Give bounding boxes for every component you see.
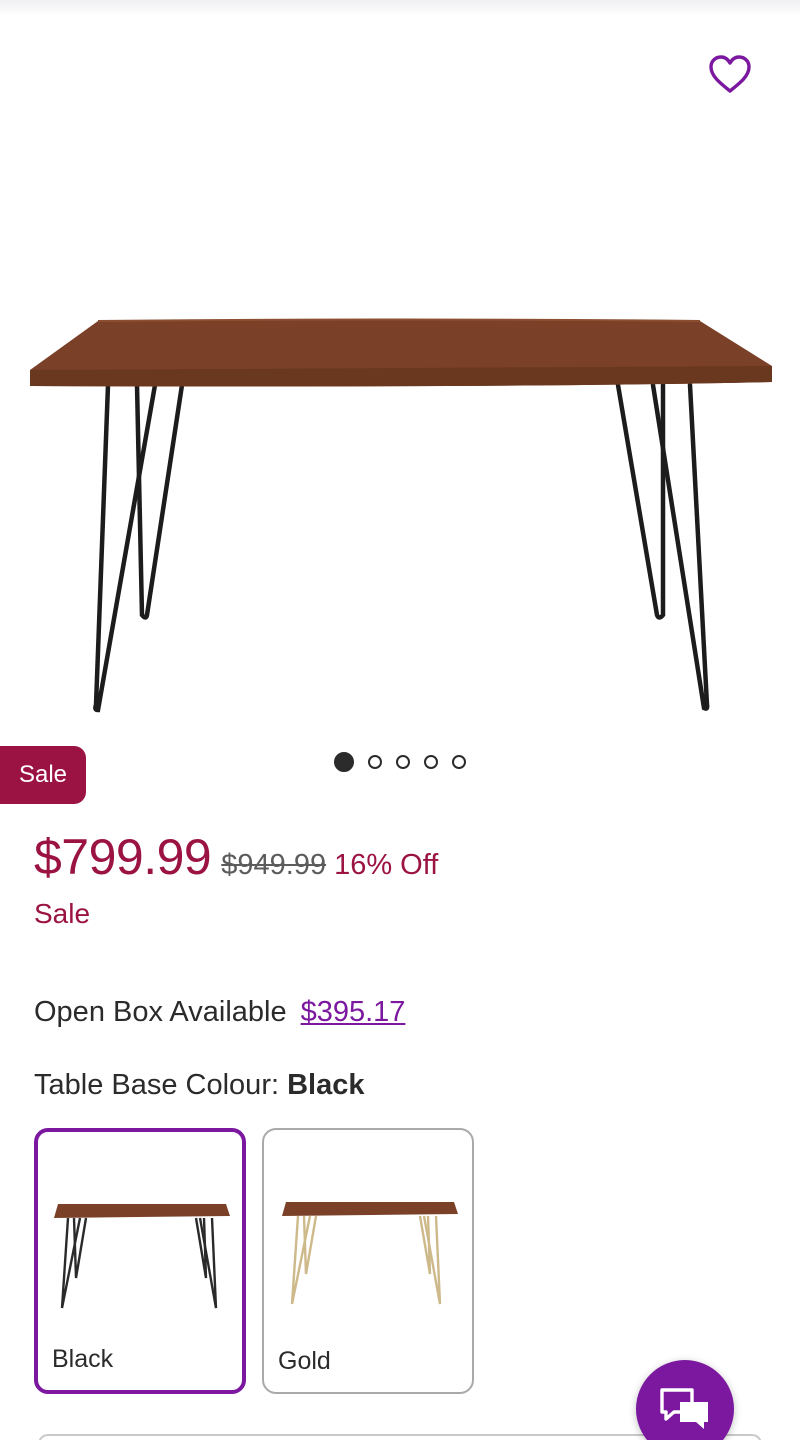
discount-label: 16% Off — [334, 849, 439, 881]
image-pagination — [0, 751, 800, 773]
current-price: $799.99 — [34, 829, 212, 885]
swatch-image-black — [54, 1204, 230, 1309]
pagination-dot[interactable] — [424, 755, 438, 769]
top-shadow — [0, 0, 800, 16]
open-box-price-link[interactable]: $395.17 — [301, 996, 406, 1028]
heart-outline-icon — [709, 55, 751, 93]
favorite-button[interactable] — [702, 48, 758, 100]
colour-swatch-gold[interactable]: Gold — [262, 1128, 474, 1394]
swatch-image-gold — [282, 1202, 458, 1305]
price-row: $799.99 $949.99 16% Off — [34, 828, 438, 886]
colour-swatch-black[interactable]: Black — [34, 1128, 246, 1394]
sale-label: Sale — [34, 898, 91, 929]
product-main-image[interactable] — [0, 290, 800, 730]
sale-badge: Sale — [0, 746, 86, 804]
swatch-label: Black — [52, 1345, 114, 1373]
original-price: $949.99 — [221, 849, 327, 881]
open-box-label: Open Box Available — [34, 996, 287, 1028]
product-page: Sale $799.99 $949.99 16% Off Sale Open B… — [0, 0, 800, 1440]
selected-colour-value: Black — [287, 1069, 365, 1101]
colour-title-label: Table Base Colour: — [34, 1069, 280, 1101]
chat-button[interactable] — [636, 1360, 734, 1440]
pagination-dot[interactable] — [396, 755, 410, 769]
chat-bubbles-icon — [660, 1388, 708, 1429]
swatch-label: Gold — [278, 1347, 331, 1375]
pagination-dot[interactable] — [452, 755, 466, 769]
pagination-dot[interactable] — [368, 755, 382, 769]
colour-option-title: Table Base Colour: Black — [34, 1069, 364, 1102]
pagination-dot[interactable] — [334, 752, 354, 772]
open-box-row: Open Box Available $395.17 — [34, 996, 405, 1029]
